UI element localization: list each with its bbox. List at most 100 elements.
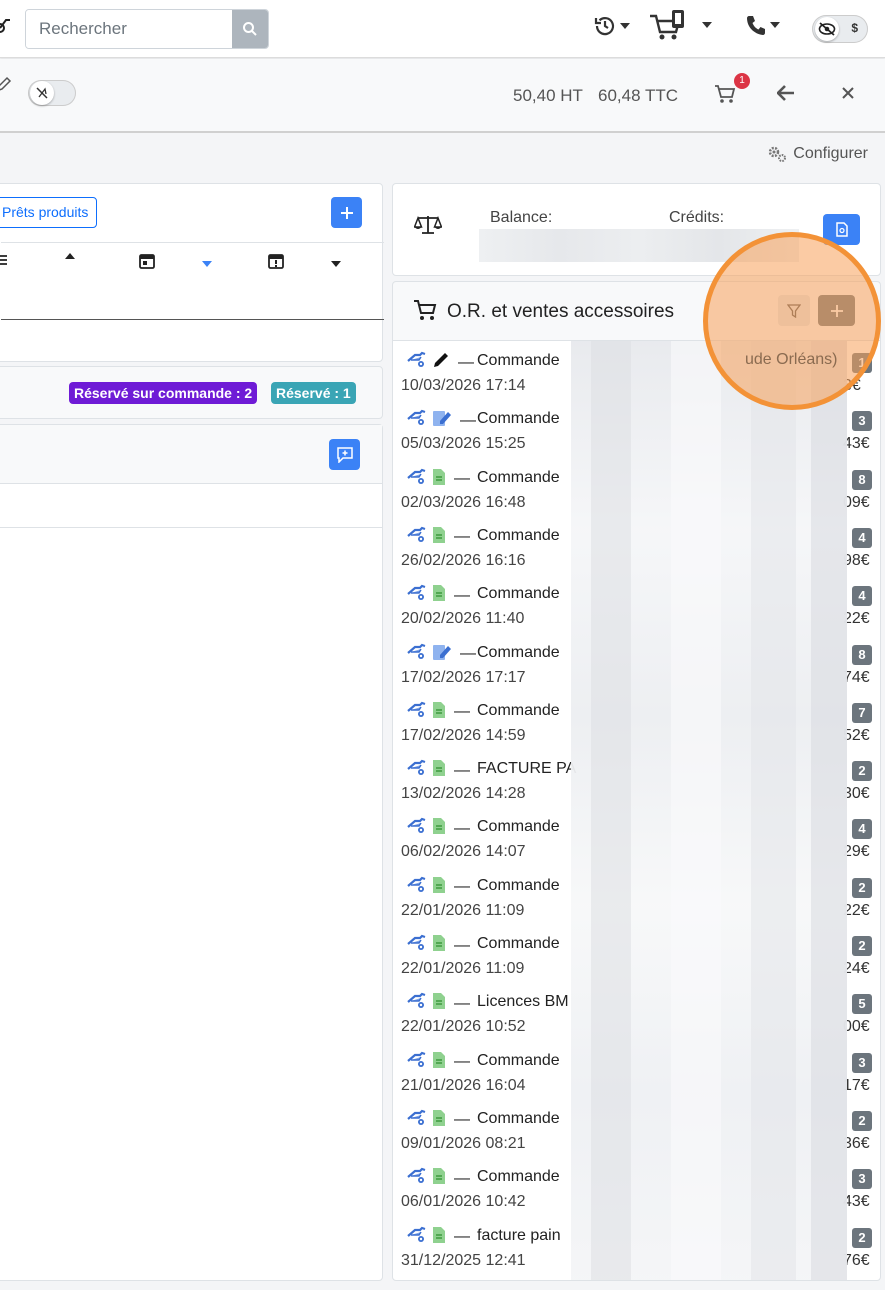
- product-loans-button[interactable]: Prêts produits: [0, 197, 98, 228]
- search-button[interactable]: [232, 10, 268, 48]
- comment-plus-icon: [336, 446, 353, 463]
- order-label: Commande: [477, 876, 560, 894]
- scooter-settings-icon: [406, 409, 428, 432]
- order-label: FACTURE PA: [477, 760, 577, 778]
- total-ttc: 60,48 TTC: [598, 86, 679, 105]
- reserved-on-order-badge: Réservé sur commande : 2: [69, 382, 258, 404]
- item-count-badge: 8: [852, 644, 872, 665]
- order-label: Commande: [477, 352, 560, 369]
- invoice-icon: [432, 1226, 446, 1249]
- scooter-settings-icon: [406, 759, 428, 782]
- scooter-settings-icon: [406, 468, 428, 491]
- row-icons: —: [406, 1226, 470, 1249]
- configure-link[interactable]: Configurer: [767, 145, 868, 163]
- separator-dash: —: [460, 645, 476, 662]
- edit-document-icon: [432, 409, 452, 432]
- motorcycle-icon[interactable]: [0, 14, 10, 42]
- separator-dash: —: [454, 586, 470, 604]
- loans-card: Prêts produits: [0, 183, 384, 362]
- discount-toggle[interactable]: [28, 80, 76, 106]
- row-icons: —: [406, 526, 470, 549]
- order-date: 09/01/2026 08:21: [401, 1134, 526, 1152]
- chevron-down-icon: [770, 22, 780, 28]
- order-date: 31/12/2025 12:41: [401, 1251, 526, 1269]
- item-count-badge: 2: [852, 1110, 872, 1131]
- dollar-icon: $: [851, 21, 858, 35]
- sort-down-icon[interactable]: [201, 260, 213, 268]
- chevron-down-icon: [620, 23, 630, 29]
- scooter-settings-icon: [406, 1167, 428, 1190]
- history-icon: [594, 17, 615, 36]
- separator-dash: —: [454, 703, 470, 721]
- history-dropdown[interactable]: [593, 14, 630, 38]
- item-count-badge: 7: [852, 702, 872, 723]
- sort-controls: [0, 242, 384, 320]
- cart-device-dropdown[interactable]: [648, 8, 712, 42]
- total-ht: 50,40 HT: [513, 86, 583, 105]
- document-icon: [835, 222, 848, 237]
- calendar-alert-icon[interactable]: [268, 252, 284, 269]
- invoice-icon: [432, 876, 446, 899]
- cart-phone-icon: [650, 10, 684, 40]
- order-label: Commande: [477, 1109, 560, 1127]
- search-input[interactable]: [26, 10, 234, 48]
- item-count-badge: 3: [852, 1052, 872, 1073]
- hide-prices-toggle[interactable]: $: [812, 15, 868, 43]
- order-date: 20/02/2026 11:40: [401, 610, 525, 628]
- order-amount: 76€: [843, 1251, 870, 1269]
- scooter-settings-icon: [406, 526, 428, 549]
- separator-dash: —: [454, 470, 470, 488]
- edit-icon[interactable]: [0, 76, 12, 97]
- row-icons: —: [406, 1051, 470, 1074]
- reservation-card: Réservé sur commande : 2 Réservé : 1: [0, 366, 383, 419]
- invoice-icon: [432, 584, 446, 607]
- item-count-badge: 3: [852, 411, 872, 432]
- item-count-badge: 2: [852, 1227, 872, 1248]
- scooter-settings-icon: [406, 1109, 428, 1132]
- invoice-icon: [432, 759, 446, 782]
- close-icon: [842, 87, 854, 99]
- balance-scale-icon: [414, 215, 442, 234]
- close-button[interactable]: [840, 85, 856, 106]
- row-icons: —: [406, 992, 470, 1015]
- scooter-settings-icon: [406, 817, 428, 840]
- row-icons: —: [406, 468, 470, 491]
- order-date: 17/02/2026 14:59: [401, 726, 526, 744]
- order-date: 13/02/2026 14:28: [401, 785, 526, 803]
- order-amount: 24€: [843, 960, 870, 977]
- sort-down-icon[interactable]: [330, 260, 342, 268]
- list-icon[interactable]: [0, 254, 9, 266]
- edit-document-icon: [432, 643, 452, 666]
- order-label: Commande: [477, 526, 560, 544]
- order-amount: 43€: [843, 1193, 870, 1211]
- row-icons: —: [406, 643, 476, 666]
- row-icons: —: [406, 351, 474, 374]
- scooter-settings-icon: [406, 701, 428, 724]
- item-count-badge: 4: [852, 527, 872, 548]
- add-loan-button[interactable]: [331, 197, 362, 228]
- order-label: Commande: [477, 701, 560, 719]
- order-label: Commande: [477, 1168, 560, 1186]
- row-icons: —: [406, 409, 476, 432]
- separator-dash: —: [454, 994, 470, 1012]
- search-box: [25, 9, 269, 49]
- phone-dropdown[interactable]: [745, 14, 780, 36]
- item-count-badge: 2: [852, 761, 872, 782]
- order-label: Commande: [477, 468, 560, 486]
- calendar-icon[interactable]: [139, 252, 155, 269]
- order-label: Commande: [477, 1051, 560, 1069]
- cart-icon: [715, 85, 736, 103]
- item-count-badge: 5: [852, 994, 872, 1015]
- separator-dash: —: [454, 936, 470, 954]
- highlight-circle: [703, 232, 881, 410]
- gears-icon: [769, 146, 787, 162]
- balance-label: Balance:: [490, 209, 553, 226]
- order-label: Commande: [477, 585, 560, 603]
- cart-summary-bar: 50,40 HT 60,48 TTC 1: [0, 59, 885, 133]
- order-amount: 98€: [843, 551, 870, 569]
- order-amount: 22€: [843, 901, 870, 919]
- add-comment-button[interactable]: [329, 439, 360, 470]
- back-button[interactable]: [776, 85, 795, 106]
- sort-up-icon[interactable]: [64, 252, 76, 260]
- cart-button[interactable]: 1: [714, 73, 750, 109]
